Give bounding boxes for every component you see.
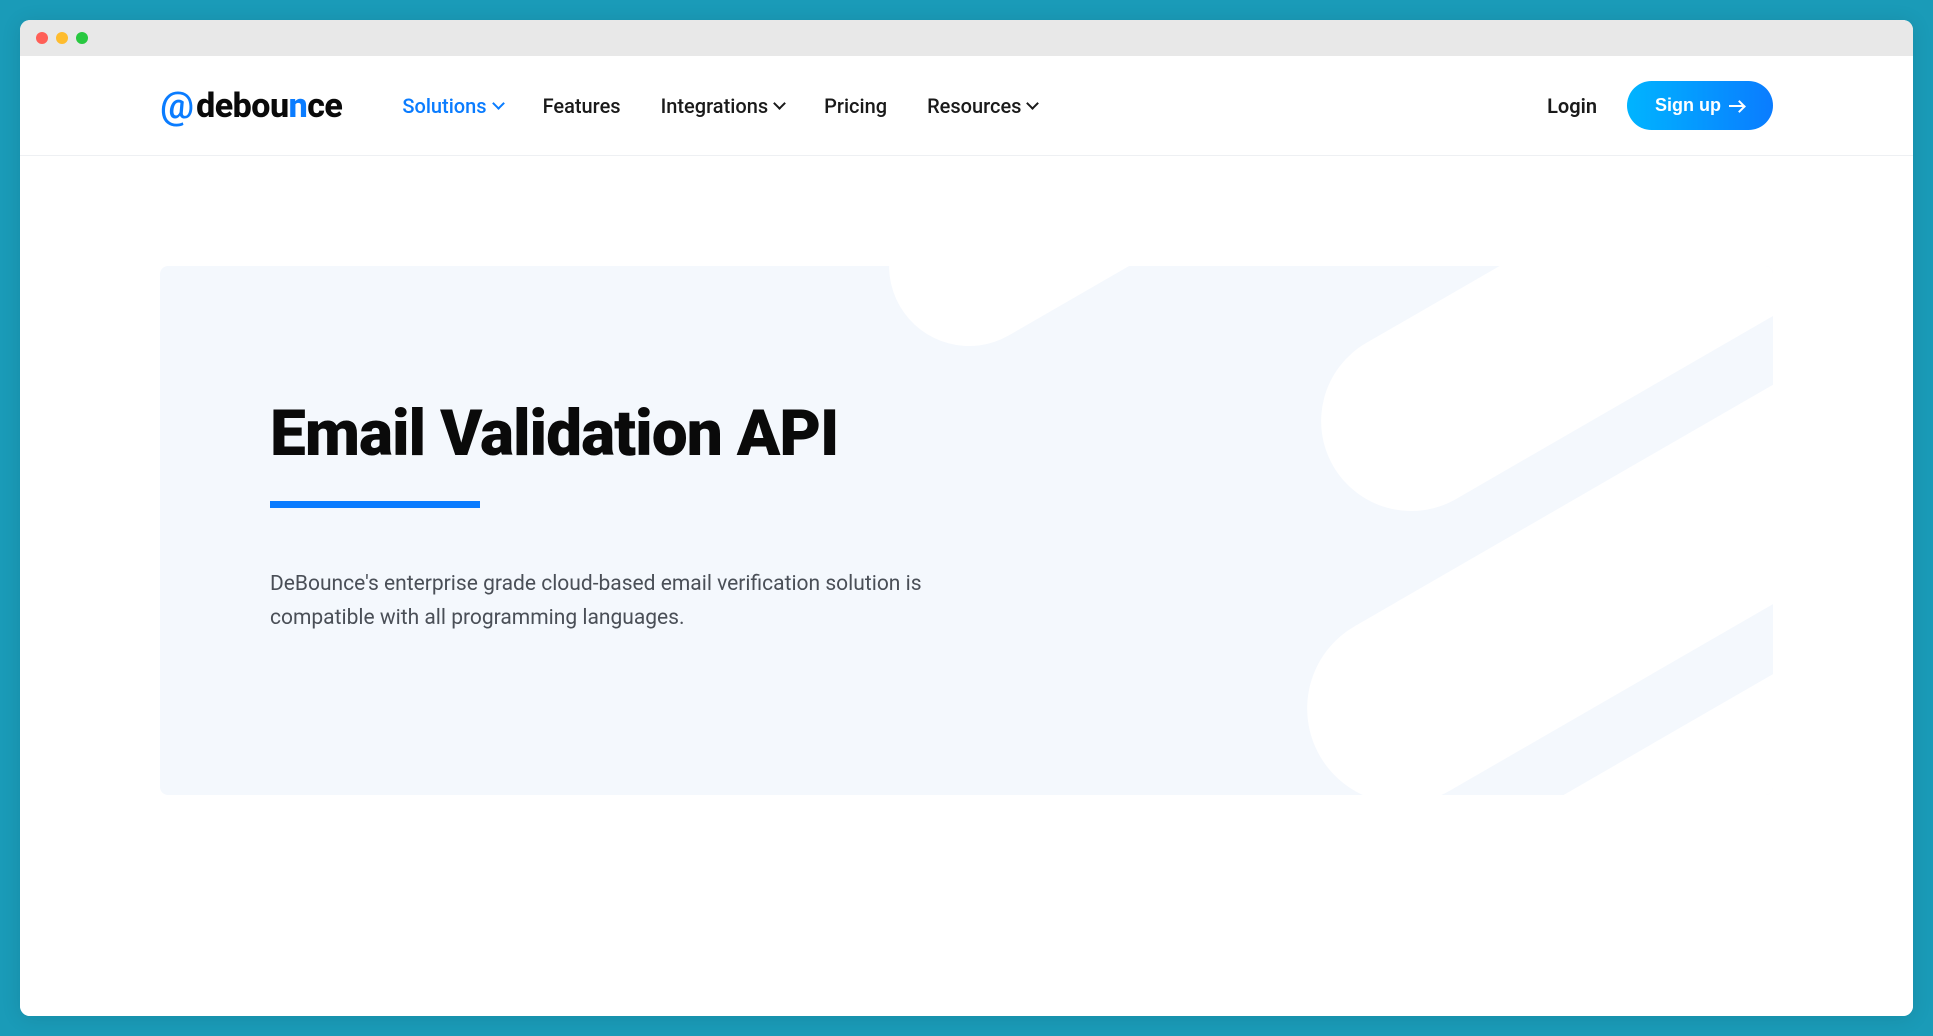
nav-integrations[interactable]: Integrations xyxy=(661,94,785,118)
signup-label: Sign up xyxy=(1655,95,1721,116)
nav-label: Solutions xyxy=(402,94,486,118)
logo[interactable]: @ debounce xyxy=(160,84,342,128)
nav-resources[interactable]: Resources xyxy=(927,94,1037,118)
signup-button[interactable]: Sign up xyxy=(1627,81,1773,130)
logo-text: debounce xyxy=(196,86,342,126)
main-nav: Solutions Features Integrations Pricing … xyxy=(402,94,1547,118)
nav-label: Features xyxy=(543,94,621,118)
nav-pricing[interactable]: Pricing xyxy=(824,94,887,118)
logo-at-icon: @ xyxy=(160,84,194,128)
browser-window: @ debounce Solutions Features Integratio… xyxy=(20,20,1913,1016)
chevron-down-icon xyxy=(493,101,503,111)
page-title: Email Validation API xyxy=(270,396,1663,471)
close-window-button[interactable] xyxy=(36,32,48,44)
arrow-right-icon xyxy=(1729,100,1745,112)
hero-section: Email Validation API DeBounce's enterpri… xyxy=(160,266,1773,795)
chevron-down-icon xyxy=(774,101,784,111)
window-title-bar xyxy=(20,20,1913,56)
maximize-window-button[interactable] xyxy=(76,32,88,44)
login-link[interactable]: Login xyxy=(1547,94,1597,118)
page-content: @ debounce Solutions Features Integratio… xyxy=(20,56,1913,1016)
nav-label: Pricing xyxy=(824,94,887,118)
header-actions: Login Sign up xyxy=(1547,81,1773,130)
site-header: @ debounce Solutions Features Integratio… xyxy=(20,56,1913,156)
hero-wrapper: Email Validation API DeBounce's enterpri… xyxy=(20,156,1913,795)
hero-content: Email Validation API DeBounce's enterpri… xyxy=(270,396,1663,635)
decorative-shape xyxy=(860,266,1286,375)
minimize-window-button[interactable] xyxy=(56,32,68,44)
nav-features[interactable]: Features xyxy=(543,94,621,118)
hero-description: DeBounce's enterprise grade cloud-based … xyxy=(270,568,990,635)
nav-label: Resources xyxy=(927,94,1021,118)
nav-label: Integrations xyxy=(661,94,769,118)
chevron-down-icon xyxy=(1027,101,1037,111)
nav-solutions[interactable]: Solutions xyxy=(402,94,502,118)
title-underline xyxy=(270,501,480,508)
